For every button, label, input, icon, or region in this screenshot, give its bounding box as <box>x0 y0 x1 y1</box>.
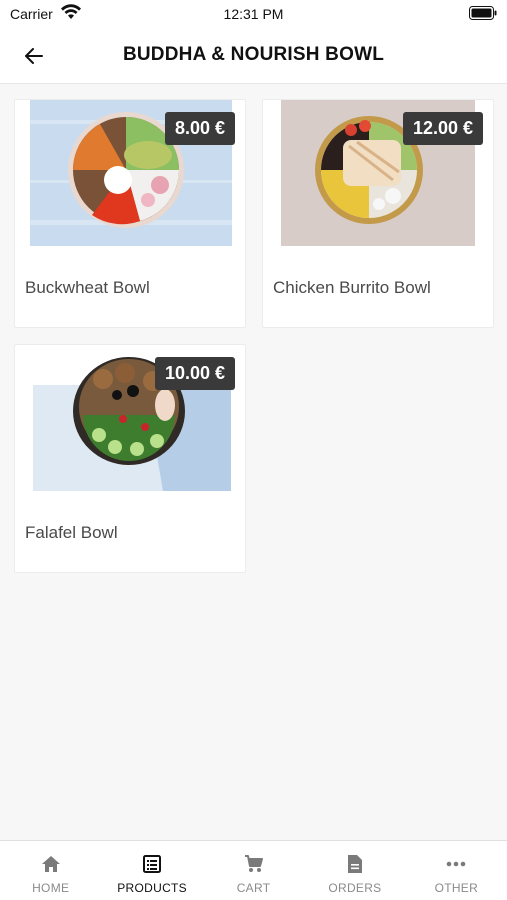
nav-item-orders[interactable]: ORDERS <box>304 841 405 900</box>
status-bar: Carrier 12:31 PM <box>0 0 507 28</box>
home-icon <box>40 853 62 875</box>
page-title: BUDDHA & NOURISH BOWL <box>122 44 385 65</box>
price-badge: 10.00 € <box>154 357 235 390</box>
nav-item-home[interactable]: HOME <box>0 841 101 900</box>
app-header: BUDDHA & NOURISH BOWL <box>0 28 507 84</box>
product-name: Falafel Bowl <box>25 523 118 542</box>
battery-icon <box>469 6 497 20</box>
status-time: 12:31 PM <box>223 6 284 22</box>
product-name: Chicken Burrito Bowl <box>273 278 431 297</box>
product-name: Buckwheat Bowl <box>25 278 150 297</box>
nav-label: HOME <box>32 881 70 895</box>
nav-label: ORDERS <box>328 881 382 895</box>
nav-label: CART <box>236 881 271 895</box>
more-icon <box>445 853 467 875</box>
nav-item-cart[interactable]: CART <box>203 841 304 900</box>
product-card[interactable]: 8.00 € Buckwheat Bowl <box>14 99 246 328</box>
cart-icon <box>243 853 265 875</box>
orders-icon <box>344 853 366 875</box>
nav-label: PRODUCTS <box>117 881 187 895</box>
product-card[interactable]: 10.00 € Falafel Bowl <box>14 344 246 573</box>
price-badge: 12.00 € <box>402 112 483 145</box>
nav-item-products[interactable]: PRODUCTS <box>101 841 202 900</box>
bottom-nav: HOME PRODUCTS CART ORDERS OTHER <box>0 840 507 900</box>
nav-item-other[interactable]: OTHER <box>406 841 507 900</box>
product-card[interactable]: 12.00 € Chicken Burrito Bowl <box>262 99 494 328</box>
price-badge: 8.00 € <box>164 112 235 145</box>
products-icon <box>141 853 163 875</box>
nav-label: OTHER <box>434 881 479 895</box>
